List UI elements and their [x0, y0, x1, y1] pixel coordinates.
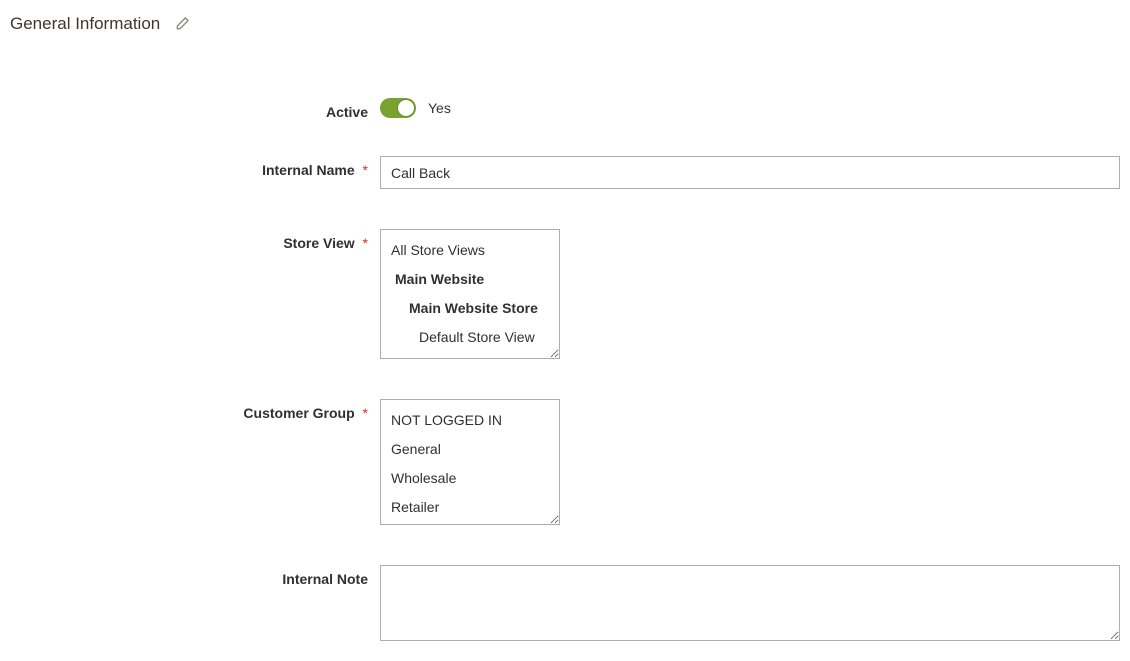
control-internal-note	[380, 565, 1120, 641]
required-mark: *	[363, 162, 368, 178]
control-store-view: All Store Views Main Website Main Websit…	[380, 229, 1120, 359]
store-view-option[interactable]: Main Website Store	[381, 294, 559, 323]
store-view-option[interactable]: Default Store View	[381, 323, 559, 352]
customer-group-multiselect[interactable]: NOT LOGGED IN General Wholesale Retailer	[380, 399, 560, 525]
store-view-multiselect[interactable]: All Store Views Main Website Main Websit…	[380, 229, 560, 359]
field-row-internal-note: Internal Note	[10, 565, 1120, 641]
field-row-store-view: Store View * All Store Views Main Websit…	[10, 229, 1120, 359]
label-store-view-text: Store View	[283, 235, 354, 251]
form-area: Active Yes Internal Name * Store View * …	[0, 48, 1130, 661]
control-active: Yes	[380, 98, 1120, 118]
label-active-text: Active	[326, 104, 368, 120]
required-mark: *	[363, 235, 368, 251]
field-row-internal-name: Internal Name *	[10, 156, 1120, 189]
section-title: General Information	[10, 14, 160, 34]
pencil-icon[interactable]	[174, 16, 190, 32]
customer-group-option[interactable]: General	[381, 435, 559, 464]
label-internal-note-text: Internal Note	[282, 571, 368, 587]
customer-group-option[interactable]: NOT LOGGED IN	[381, 406, 559, 435]
customer-group-option[interactable]: Retailer	[381, 493, 559, 522]
control-internal-name	[380, 156, 1120, 189]
label-customer-group: Customer Group *	[10, 399, 380, 421]
field-row-customer-group: Customer Group * NOT LOGGED IN General W…	[10, 399, 1120, 525]
label-customer-group-text: Customer Group	[243, 405, 354, 421]
control-customer-group: NOT LOGGED IN General Wholesale Retailer	[380, 399, 1120, 525]
section-header: General Information	[0, 0, 1130, 48]
label-active: Active	[10, 98, 380, 120]
label-internal-name: Internal Name *	[10, 156, 380, 178]
active-value-text: Yes	[428, 100, 451, 116]
internal-note-textarea[interactable]	[380, 565, 1120, 641]
label-internal-note: Internal Note	[10, 565, 380, 587]
customer-group-option[interactable]: Wholesale	[381, 464, 559, 493]
internal-name-input[interactable]	[380, 156, 1120, 189]
label-store-view: Store View *	[10, 229, 380, 251]
field-row-active: Active Yes	[10, 98, 1120, 120]
toggle-knob	[398, 100, 414, 116]
required-mark: *	[363, 405, 368, 421]
store-view-option[interactable]: All Store Views	[381, 236, 559, 265]
label-internal-name-text: Internal Name	[262, 162, 355, 178]
active-toggle[interactable]	[380, 98, 416, 118]
store-view-option[interactable]: Main Website	[381, 265, 559, 294]
